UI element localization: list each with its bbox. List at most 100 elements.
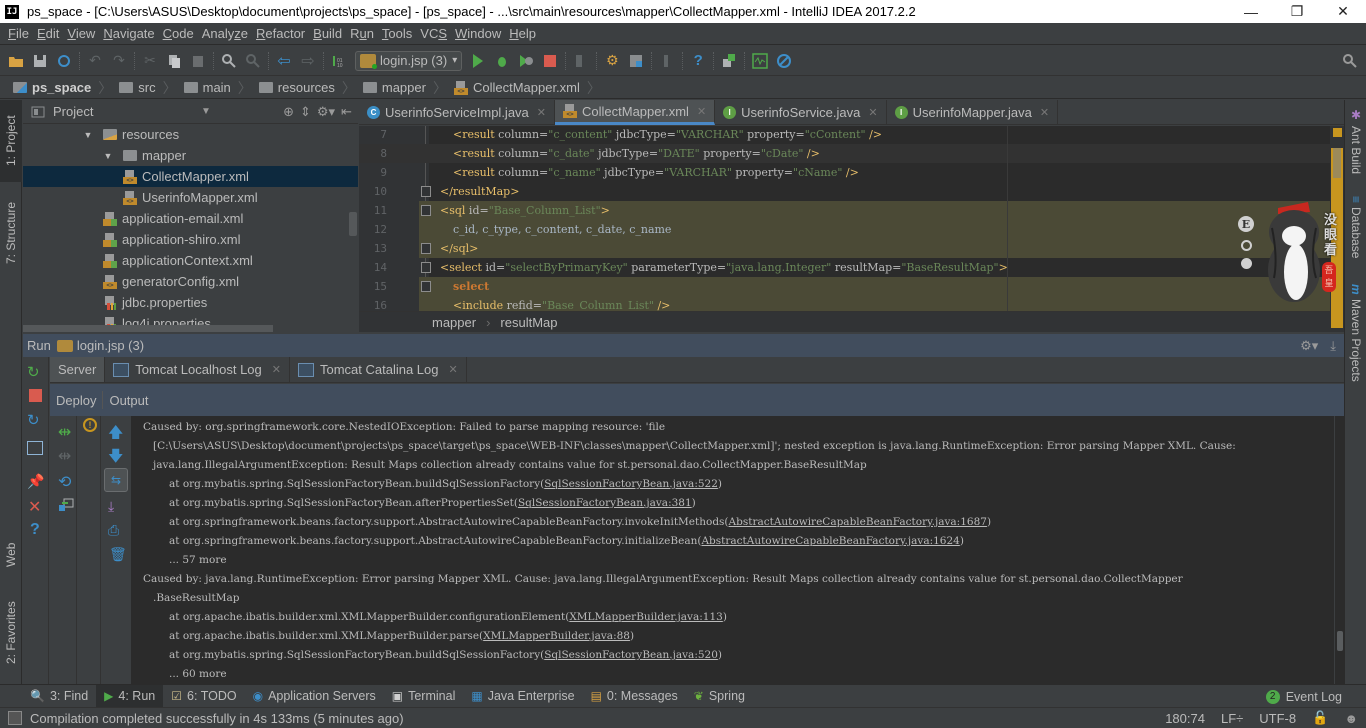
editor-tab-collectmapper-xml[interactable]: CollectMapper.xml ✕ xyxy=(555,100,716,125)
run-panel-settings-icon[interactable]: ⚙▾ xyxy=(1300,338,1318,354)
stack-trace-link[interactable]: SqlSessionFactoryBean.java:522 xyxy=(544,478,718,490)
debug-icon[interactable] xyxy=(490,49,514,73)
stop-icon[interactable] xyxy=(538,49,562,73)
tree-item[interactable]: applicationContext.xml xyxy=(23,250,358,271)
scroll-to-end-icon[interactable]: ⤓ xyxy=(108,498,114,515)
breadcrumb-src[interactable]: src xyxy=(114,80,160,95)
find-icon[interactable] xyxy=(217,49,241,73)
code-line[interactable]: 12 c_id, c_type, c_content, c_date, c_nam… xyxy=(359,220,1330,239)
print-icon[interactable]: ⎙ xyxy=(108,522,119,539)
close-tab-icon[interactable]: ✕ xyxy=(272,363,281,376)
tree-item[interactable]: application-email.xml xyxy=(23,208,358,229)
synchronize-icon[interactable] xyxy=(52,49,76,73)
open-folder-icon[interactable] xyxy=(4,49,28,73)
save-all-icon[interactable] xyxy=(28,49,52,73)
tree-horizontal-scrollbar[interactable] xyxy=(23,325,273,332)
breadcrumb-collectmapper-xml[interactable]: CollectMapper.xml xyxy=(449,80,585,95)
paste-icon[interactable] xyxy=(186,49,210,73)
toggle-tool-windows-icon[interactable] xyxy=(8,711,22,725)
tool-tab-todo[interactable]: ☑ 6: TODO xyxy=(163,685,244,708)
disable-icon[interactable] xyxy=(772,49,796,73)
help-icon[interactable]: ? xyxy=(30,521,40,539)
forward-icon[interactable]: ⇨ xyxy=(296,49,320,73)
expand-arrow-icon[interactable]: ▼ xyxy=(83,130,93,140)
deploy-all-icon[interactable]: ⇹ xyxy=(58,422,71,442)
menu-help[interactable]: Help xyxy=(505,26,540,41)
deploy-icon[interactable] xyxy=(717,49,741,73)
tree-item[interactable]: ▼ resources xyxy=(23,124,358,145)
menu-navigate[interactable]: Navigate xyxy=(99,26,158,41)
breadcrumb-main[interactable]: main xyxy=(179,80,236,95)
editor-breadcrumb-resultmap[interactable]: resultMap xyxy=(500,315,557,330)
sdk-icon[interactable] xyxy=(655,49,679,73)
project-tool-tab[interactable]: 1: Project xyxy=(0,100,22,182)
deploy-artifact-icon[interactable] xyxy=(58,498,74,512)
run-tab-server[interactable]: Server xyxy=(50,357,106,382)
tool-tab-terminal[interactable]: ▣ Terminal xyxy=(384,685,464,708)
caret-position[interactable]: 180:74 xyxy=(1165,711,1205,726)
line-separator[interactable]: LF÷ xyxy=(1221,711,1243,726)
editor-tab-userinfomapper-java[interactable]: I UserinfoMapper.java ✕ xyxy=(887,100,1059,125)
console-scrollbar[interactable] xyxy=(1334,416,1344,684)
soft-wrap-toggle[interactable]: ⇆ xyxy=(104,468,128,492)
close-tab-icon[interactable]: ✕ xyxy=(1040,106,1049,119)
tree-item[interactable]: application-shiro.xml xyxy=(23,229,358,250)
pin-icon[interactable]: 📌 xyxy=(27,473,44,490)
tree-item[interactable]: UserinfoMapper.xml xyxy=(23,187,358,208)
code-line[interactable]: 14 <select id="selectByPrimaryKey" parame… xyxy=(359,258,1330,277)
tool-tab-app-servers[interactable]: ◉ Application Servers xyxy=(245,685,384,708)
fold-marker-icon[interactable] xyxy=(421,205,431,216)
maven-tool-tab[interactable]: m Maven Projects xyxy=(1345,284,1366,384)
breadcrumb-mapper[interactable]: mapper xyxy=(358,80,431,95)
tree-item[interactable]: CollectMapper.xml xyxy=(23,166,358,187)
deployment-column-header[interactable]: Deploy xyxy=(50,393,102,408)
tree-vertical-scrollbar[interactable] xyxy=(349,212,357,236)
clear-all-icon[interactable]: 🗑 xyxy=(109,546,127,563)
breadcrumb-ps-space[interactable]: ps_space xyxy=(8,80,96,95)
fold-marker-icon[interactable] xyxy=(421,262,431,273)
close-tab-icon[interactable]: ✕ xyxy=(697,105,706,118)
maximize-button[interactable]: ❐ xyxy=(1274,0,1320,23)
collapse-all-icon[interactable]: ⇕ xyxy=(300,104,311,120)
undeploy-icon[interactable]: ⇹ xyxy=(58,446,71,466)
coverage-icon[interactable] xyxy=(514,49,538,73)
project-structure-icon[interactable] xyxy=(624,49,648,73)
expand-arrow-icon[interactable]: ▼ xyxy=(103,151,113,161)
stack-trace-link[interactable]: SqlSessionFactoryBean.java:381 xyxy=(518,497,692,509)
back-icon[interactable]: ⇦ xyxy=(272,49,296,73)
menu-build[interactable]: Build xyxy=(309,26,346,41)
stack-trace-link[interactable]: XMLMapperBuilder.java:113 xyxy=(569,611,723,623)
menu-view[interactable]: View xyxy=(63,26,99,41)
stack-trace-link[interactable]: XMLMapperBuilder.java:88 xyxy=(483,630,630,642)
code-line[interactable]: 16 <include refid="Base_Column_List" /> xyxy=(359,296,1330,311)
fold-marker-icon[interactable] xyxy=(421,186,431,197)
stop-run-icon[interactable] xyxy=(29,389,42,402)
structure-tool-tab[interactable]: 7: Structure xyxy=(0,188,22,278)
tree-item[interactable]: ▼ mapper xyxy=(23,145,358,166)
code-line[interactable]: 10 </resultMap> xyxy=(359,182,1330,201)
tree-item[interactable]: generatorConfig.xml xyxy=(23,271,358,292)
activity-monitor-icon[interactable] xyxy=(748,49,772,73)
tool-tab-search[interactable]: 🔍 3: Find xyxy=(22,685,96,708)
copy-icon[interactable] xyxy=(162,49,186,73)
fold-marker-icon[interactable] xyxy=(421,281,431,292)
code-line[interactable]: 7 <result column="c_content" jdbcType="VA… xyxy=(359,126,1330,144)
fold-marker-icon[interactable] xyxy=(421,243,431,254)
undo-icon[interactable]: ↶ xyxy=(83,49,107,73)
code-line[interactable]: 8 <result column="c_date" jdbcType="DATE"… xyxy=(359,144,1330,163)
code-line[interactable]: 15 select xyxy=(359,277,1330,296)
scroll-from-source-icon[interactable]: ⊕ xyxy=(283,104,294,120)
cut-icon[interactable]: ✂ xyxy=(138,49,162,73)
project-view-dropdown-icon[interactable]: ▼ xyxy=(201,106,211,117)
menu-code[interactable]: Code xyxy=(159,26,198,41)
menu-vcs[interactable]: VCS xyxy=(416,26,451,41)
close-tab-icon[interactable]: ✕ xyxy=(449,363,458,376)
code-line[interactable]: 11 <sql id="Base_Column_List"> xyxy=(359,201,1330,220)
file-encoding[interactable]: UTF-8 xyxy=(1259,711,1296,726)
menu-tools[interactable]: Tools xyxy=(378,26,416,41)
breadcrumb-resources[interactable]: resources xyxy=(254,80,340,95)
menu-analyze[interactable]: Analyze xyxy=(198,26,252,41)
menu-window[interactable]: Window xyxy=(451,26,505,41)
web-tool-tab[interactable]: Web xyxy=(0,530,22,580)
stack-trace-link[interactable]: SqlSessionFactoryBean.java:520 xyxy=(544,649,718,661)
